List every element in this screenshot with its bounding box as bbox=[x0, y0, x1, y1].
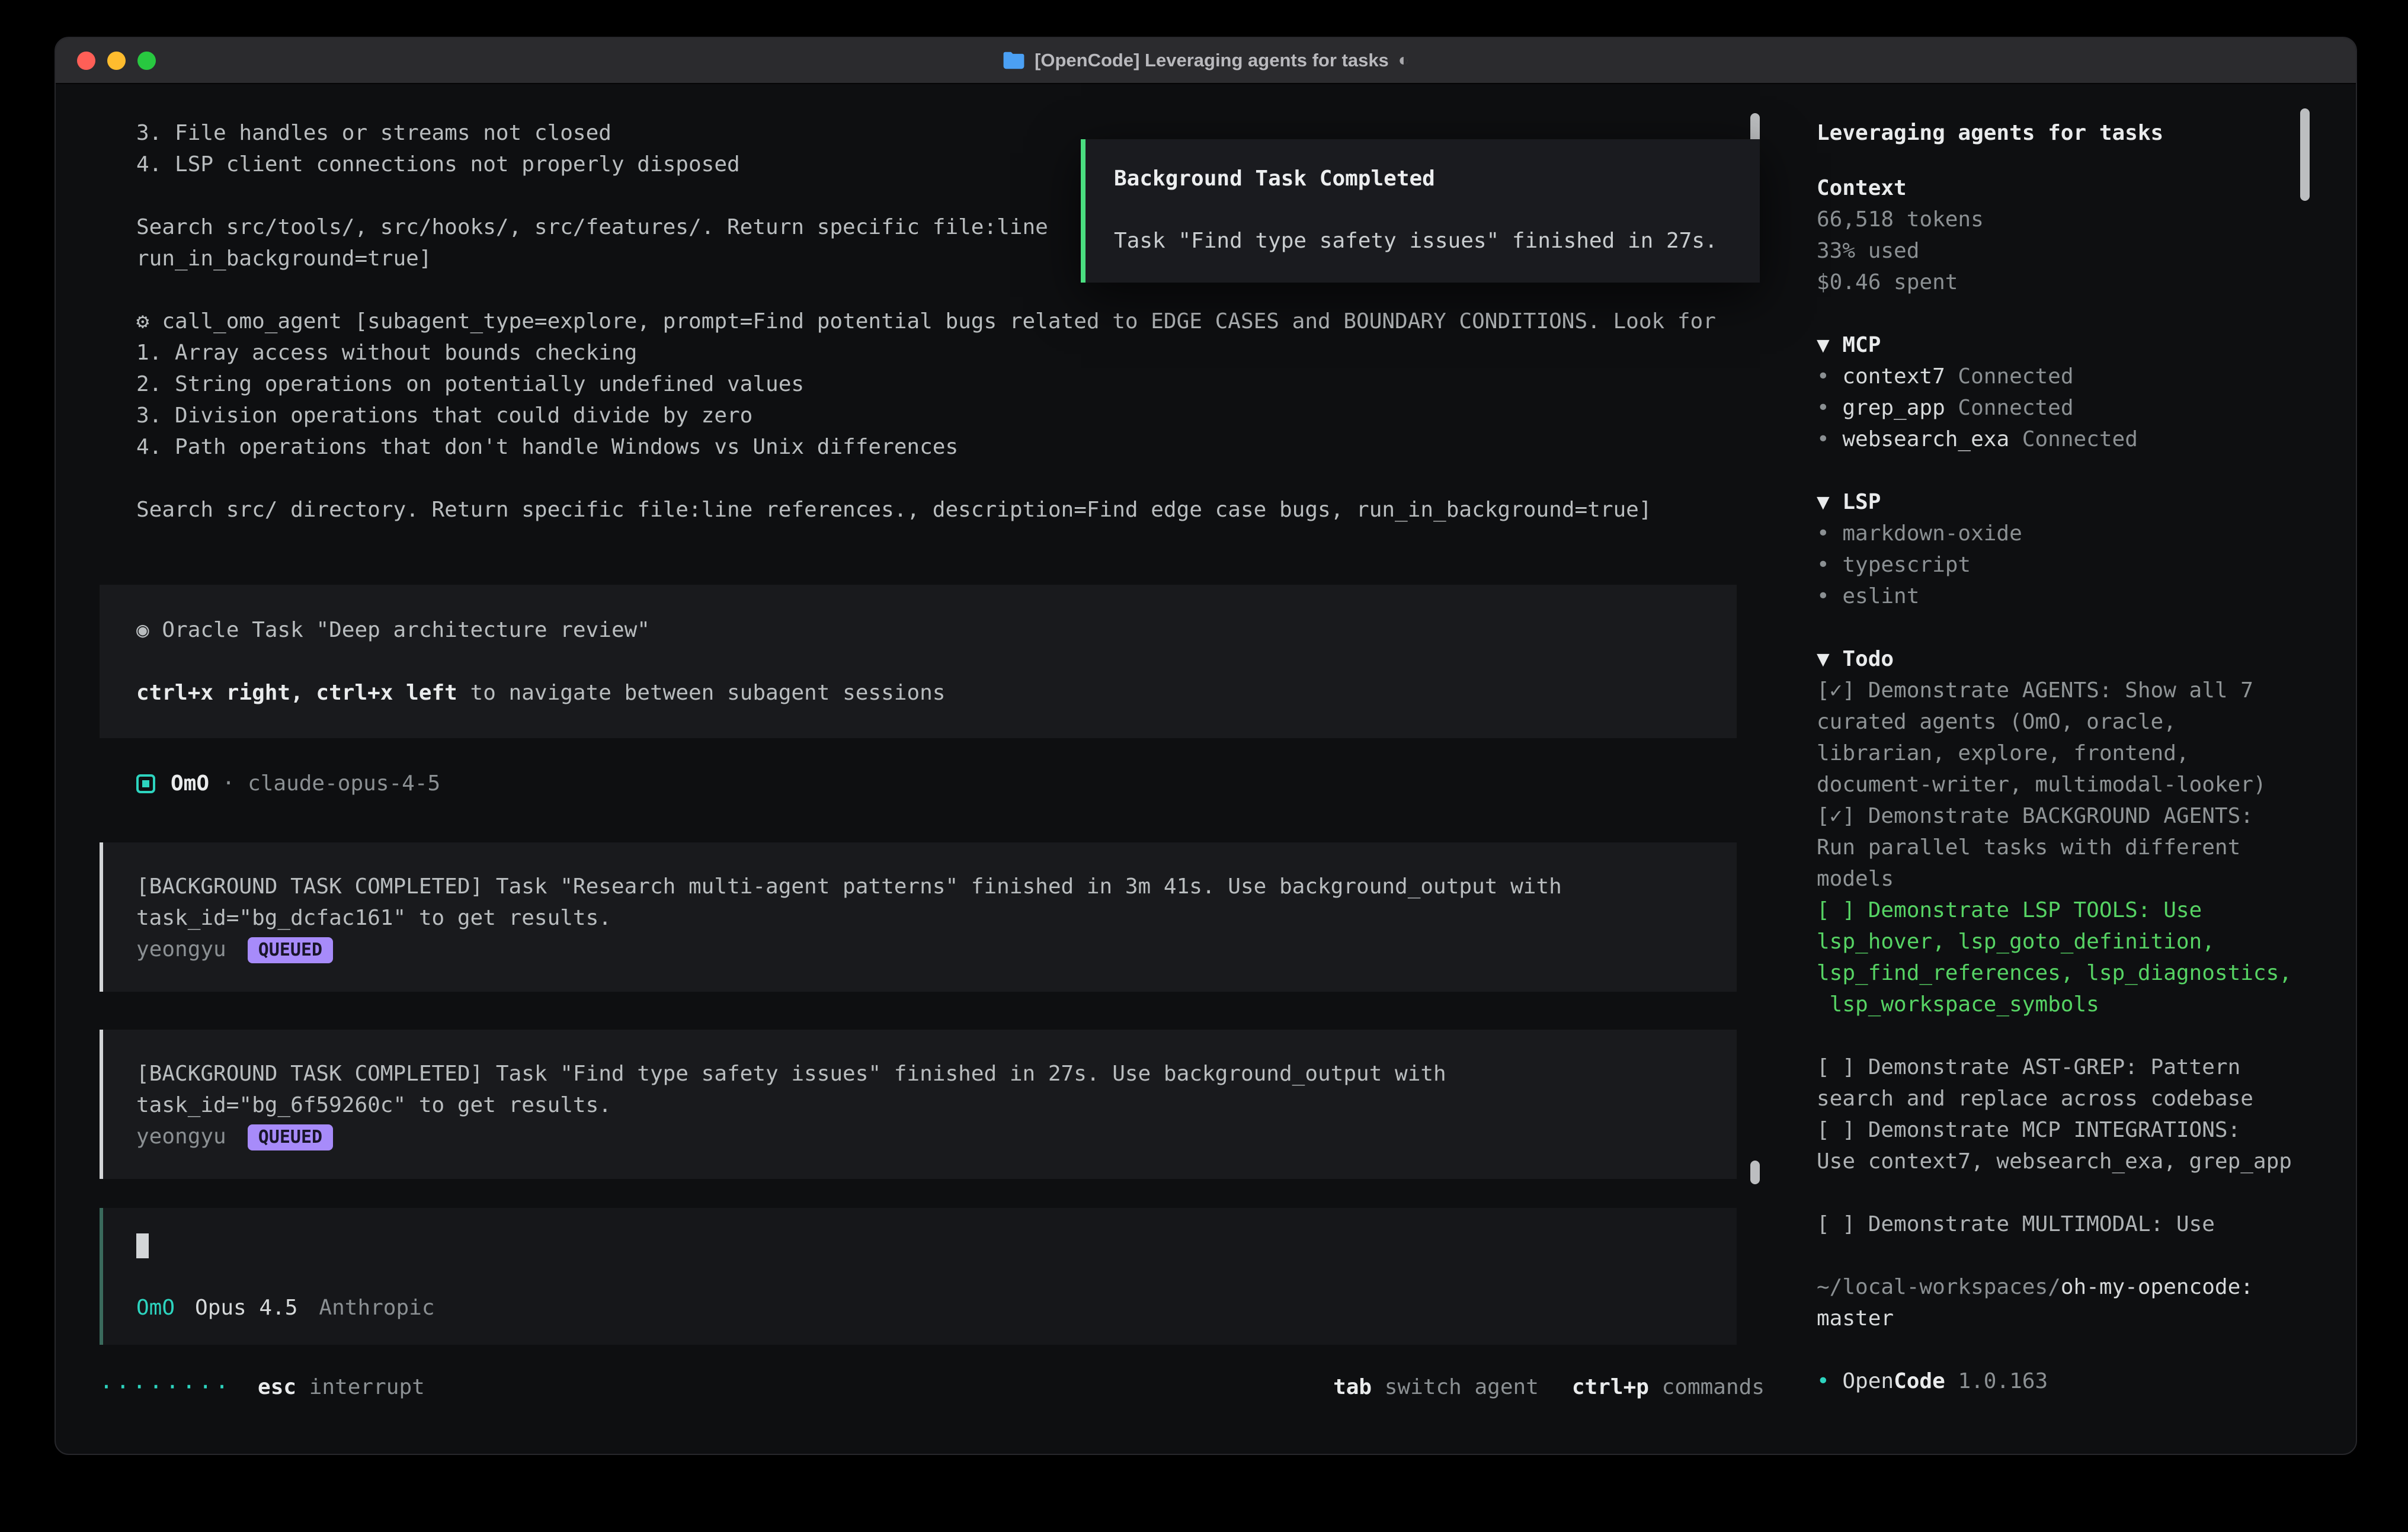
session-title: Leveraging agents for tasks bbox=[1817, 117, 2303, 149]
mcp-section: ▼ MCP • context7 Connected • grep_app Co… bbox=[1817, 329, 2303, 455]
window-title: [OpenCode] Leveraging agents for tasks ◐ bbox=[1003, 50, 1409, 71]
bullet-icon: • bbox=[1817, 396, 1842, 420]
mcp-item: • grep_app Connected bbox=[1817, 392, 2303, 424]
status-right: tab switch agent ctrl+p commands bbox=[1333, 1371, 1765, 1403]
agent-name: OmO bbox=[136, 1296, 175, 1320]
folder-icon bbox=[1003, 51, 1025, 70]
output-line: Search src/ directory. Return specific f… bbox=[136, 494, 1737, 525]
oracle-task-card: ◉ Oracle Task "Deep architecture review"… bbox=[100, 585, 1737, 738]
background-task-message: [BACKGROUND TASK COMPLETED] Task "Find t… bbox=[100, 1030, 1737, 1179]
message-author-line: yeongyu QUEUED bbox=[136, 1121, 1713, 1152]
agent-model-label: OmO · claude-opus-4-5 bbox=[171, 768, 440, 799]
context-spent: $0.46 spent bbox=[1817, 267, 2303, 298]
message-line: task_id="bg_6f59260c" to get results. bbox=[136, 1089, 1713, 1121]
lsp-item: • typescript bbox=[1817, 549, 2303, 581]
message-author-line: yeongyu QUEUED bbox=[136, 934, 1713, 965]
toast-title: Background Task Completed bbox=[1114, 163, 1730, 194]
provider-name: Anthropic bbox=[319, 1296, 434, 1320]
prompt-input[interactable]: OmO Opus 4.5 Anthropic bbox=[100, 1208, 1737, 1345]
output-line bbox=[136, 463, 1737, 494]
message-line: [BACKGROUND TASK COMPLETED] Task "Find t… bbox=[136, 1058, 1713, 1089]
message-author: yeongyu bbox=[136, 937, 226, 961]
mcp-item: • context7 Connected bbox=[1817, 361, 2303, 392]
tool-call-line: ⚙ call_omo_agent [subagent_type=explore,… bbox=[136, 306, 1737, 337]
todo-section: ▼ Todo [✓] Demonstrate AGENTS: Show all … bbox=[1817, 643, 2303, 1240]
prompt-text-line bbox=[136, 1229, 1713, 1261]
todo-section-header[interactable]: ▼ Todo bbox=[1817, 643, 2303, 675]
bullet-icon: • bbox=[1817, 364, 1842, 389]
oracle-task-title: ◉ Oracle Task "Deep architecture review" bbox=[136, 614, 1713, 646]
tool-call-output: ⚙ call_omo_agent [subagent_type=explore,… bbox=[100, 306, 1737, 525]
mcp-item: • websearch_exa Connected bbox=[1817, 424, 2303, 455]
version-info: • OpenCode 1.0.163 bbox=[1817, 1366, 2303, 1397]
todo-item: [ ] Demonstrate AST-GREP: Pattern search… bbox=[1817, 1052, 2303, 1114]
tool-call-text: call_omo_agent [subagent_type=explore, p… bbox=[162, 309, 1716, 334]
model-name: Opus 4.5 bbox=[195, 1296, 297, 1320]
context-section: Context 66,518 tokens 33% used $0.46 spe… bbox=[1817, 172, 2303, 298]
sidebar-scrollbar-thumb[interactable] bbox=[2300, 108, 2310, 201]
lsp-section-header[interactable]: ▼ LSP bbox=[1817, 486, 2303, 518]
workspace-prefix: ~/local-workspaces/ bbox=[1817, 1275, 2061, 1299]
output-line: 1. Array access without bounds checking bbox=[136, 337, 1737, 368]
background-task-toast: Background Task Completed Task "Find typ… bbox=[1081, 139, 1760, 283]
window-title-text: [OpenCode] Leveraging agents for tasks bbox=[1035, 50, 1389, 71]
app-window: [OpenCode] Leveraging agents for tasks ◐… bbox=[55, 37, 2357, 1455]
todo-item: [✓] Demonstrate BACKGROUND AGENTS: Run p… bbox=[1817, 800, 2303, 895]
todo-item: [ ] Demonstrate MULTIMODAL: Use bbox=[1817, 1209, 2303, 1240]
message-line: task_id="bg_dcfac161" to get results. bbox=[136, 902, 1713, 934]
queued-badge: QUEUED bbox=[248, 1124, 333, 1150]
prompt-footer: OmO Opus 4.5 Anthropic bbox=[136, 1292, 1713, 1323]
minimize-window-button[interactable] bbox=[107, 52, 126, 70]
context-tokens: 66,518 tokens bbox=[1817, 204, 2303, 235]
ctrlp-hint: ctrl+p commands bbox=[1572, 1371, 1765, 1403]
lsp-item: • eslint bbox=[1817, 581, 2303, 612]
toast-body: Task "Find type safety issues" finished … bbox=[1114, 225, 1730, 257]
sidebar: Leveraging agents for tasks Context 66,5… bbox=[1792, 84, 2356, 1455]
context-heading: Context bbox=[1817, 172, 2303, 204]
traffic-lights bbox=[77, 52, 156, 70]
background-task-message: [BACKGROUND TASK COMPLETED] Task "Resear… bbox=[100, 842, 1737, 992]
status-bar: ········ esc interrupt tab switch agent … bbox=[100, 1371, 1765, 1403]
spinner-dots: ········ bbox=[100, 1371, 232, 1403]
esc-hint: esc interrupt bbox=[258, 1371, 425, 1403]
blank-line bbox=[136, 646, 1713, 677]
todo-item: [ ] Demonstrate MCP INTEGRATIONS: Use co… bbox=[1817, 1114, 2303, 1177]
message-author: yeongyu bbox=[136, 1124, 226, 1149]
titlebar: [OpenCode] Leveraging agents for tasks ◐ bbox=[56, 38, 2356, 84]
lsp-item: • markdown-oxide bbox=[1817, 518, 2303, 549]
lsp-section: ▼ LSP • markdown-oxide • typescript • es… bbox=[1817, 486, 2303, 612]
status-left: ········ esc interrupt bbox=[100, 1371, 425, 1403]
output-line: 2. String operations on potentially unde… bbox=[136, 368, 1737, 400]
text-cursor bbox=[136, 1233, 149, 1258]
output-line: 3. Division operations that could divide… bbox=[136, 400, 1737, 431]
tab-hint: tab switch agent bbox=[1333, 1371, 1539, 1403]
terminal-scrollbar-thumb[interactable] bbox=[1750, 1161, 1760, 1184]
message-line: [BACKGROUND TASK COMPLETED] Task "Resear… bbox=[136, 871, 1713, 902]
output-line: 4. Path operations that don't handle Win… bbox=[136, 431, 1737, 463]
terminal-pane: 3. File handles or streams not closed 4.… bbox=[56, 84, 1792, 1455]
close-window-button[interactable] bbox=[77, 52, 95, 70]
oracle-task-icon: ◉ bbox=[136, 618, 162, 642]
bullet-icon: • bbox=[1817, 1369, 1842, 1393]
bullet-icon: • bbox=[1817, 427, 1842, 451]
workspace-path: ~/local-workspaces/oh-my-opencode: maste… bbox=[1817, 1271, 2303, 1334]
todo-item: [✓] Demonstrate AGENTS: Show all 7 curat… bbox=[1817, 675, 2303, 800]
zoom-window-button[interactable] bbox=[137, 52, 156, 70]
workspace-repo: oh-my-opencode: bbox=[2061, 1275, 2253, 1299]
context-used: 33% used bbox=[1817, 235, 2303, 267]
queued-badge: QUEUED bbox=[248, 937, 333, 963]
title-status-icon: ◐ bbox=[1398, 50, 1409, 70]
navigation-hint: ctrl+x right, ctrl+x left to navigate be… bbox=[136, 677, 1713, 709]
agent-checkbox-icon bbox=[136, 774, 155, 793]
todo-item: [ ] Demonstrate LSP TOOLS: Use lsp_hover… bbox=[1817, 895, 2303, 1020]
agent-session-header: OmO · claude-opus-4-5 bbox=[100, 768, 1737, 799]
gear-icon: ⚙ bbox=[136, 309, 162, 334]
mcp-section-header[interactable]: ▼ MCP bbox=[1817, 329, 2303, 361]
workspace-branch: master bbox=[1817, 1303, 2303, 1334]
